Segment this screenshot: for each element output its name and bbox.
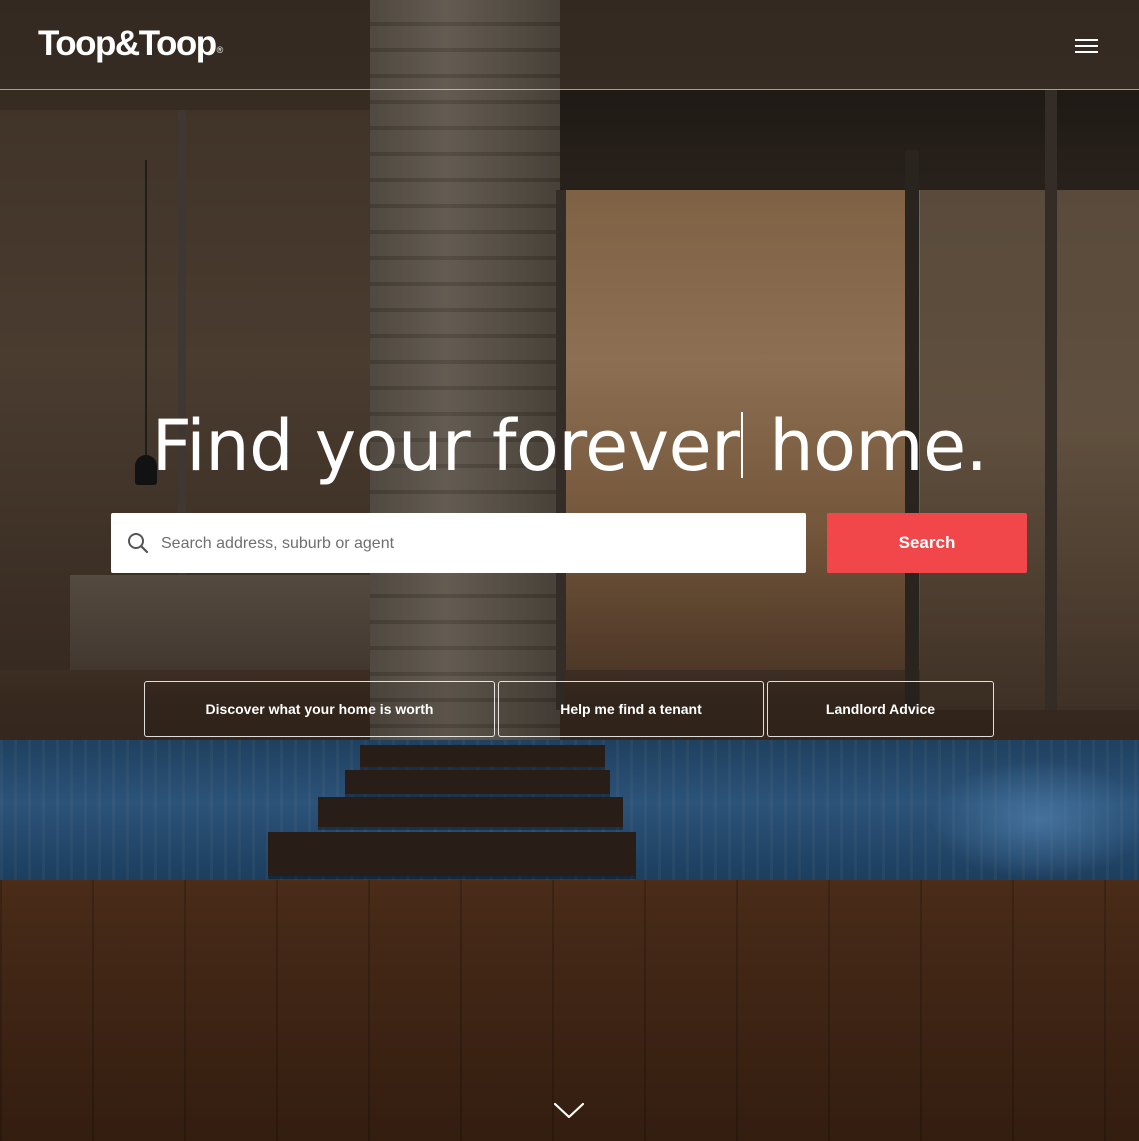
search-icon <box>128 533 149 554</box>
find-tenant-button[interactable]: Help me find a tenant <box>498 681 764 737</box>
chevron-down-icon[interactable] <box>552 1100 586 1122</box>
search-input[interactable] <box>159 513 793 575</box>
menu-bar <box>1075 39 1098 41</box>
hero-section: Toop&Toop® Find your forever home. Searc… <box>0 0 1139 1141</box>
menu-bar <box>1075 45 1098 47</box>
site-logo[interactable]: Toop&Toop® <box>38 24 224 64</box>
menu-bar <box>1075 51 1098 53</box>
text-caret <box>741 412 744 478</box>
landlord-advice-button[interactable]: Landlord Advice <box>767 681 994 737</box>
home-worth-button[interactable]: Discover what your home is worth <box>144 681 495 737</box>
hamburger-menu-icon[interactable] <box>1068 30 1104 62</box>
logo-text: Toop&Toop <box>38 24 217 63</box>
headline-text-part2: home. <box>747 405 988 487</box>
registered-mark: ® <box>216 45 224 55</box>
headline-text-part1: Find your forever <box>151 405 740 487</box>
hero-headline: Find your forever home. <box>0 398 1139 494</box>
search-button[interactable]: Search <box>827 513 1027 573</box>
search-box <box>111 513 806 575</box>
site-header: Toop&Toop® <box>0 0 1139 90</box>
